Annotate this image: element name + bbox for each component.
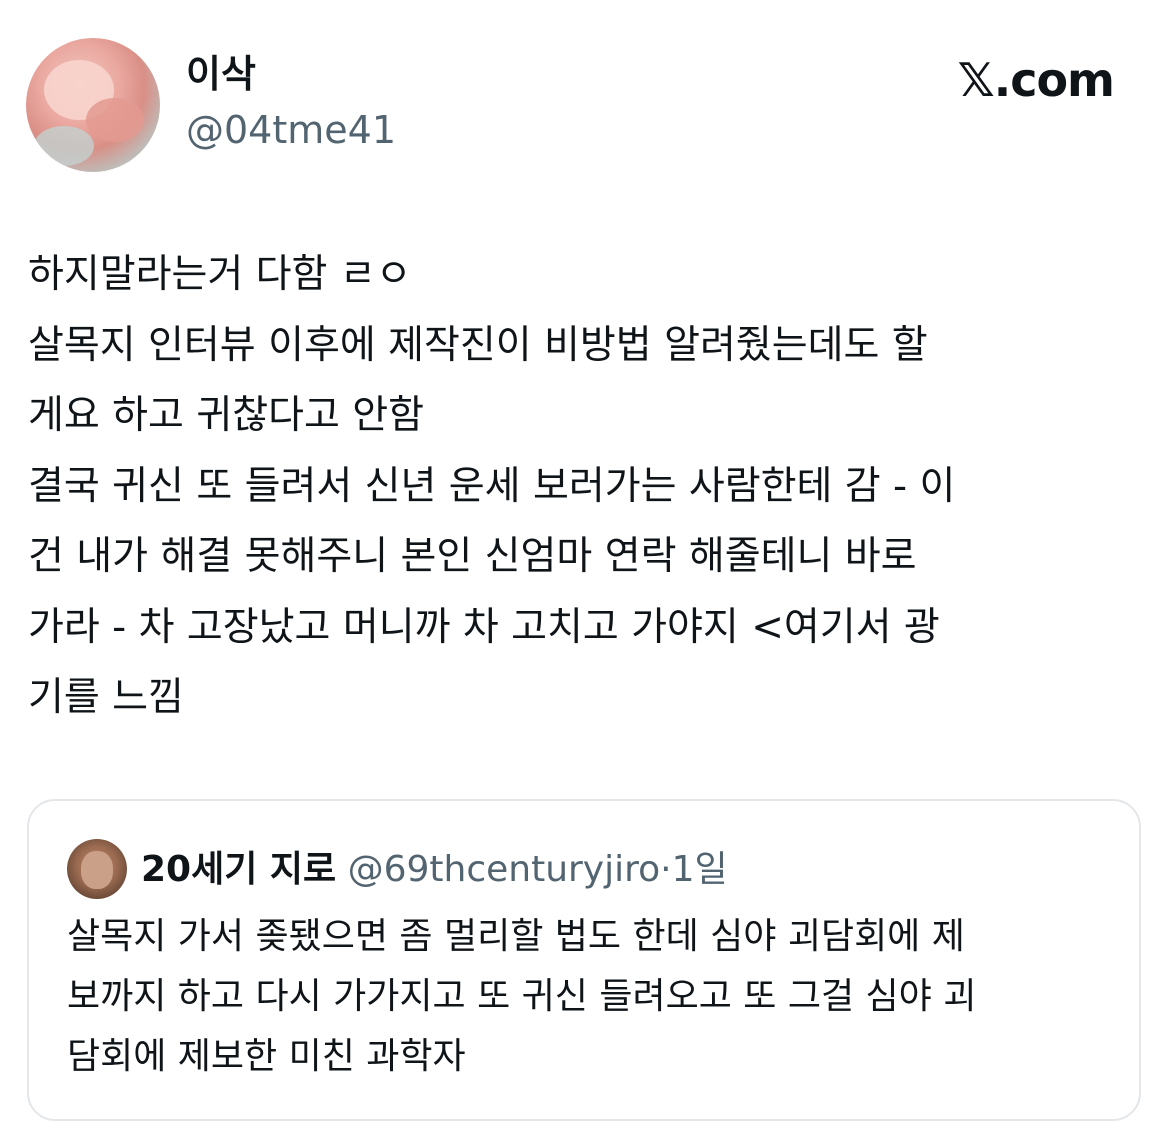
quoted-tweet-header: 20세기 지로 @69thcenturyjiro·1일 bbox=[141, 843, 728, 897]
tweet-text-line: 가라 - 차 고장났고 머니까 차 고치고 가야지 <여기서 광 bbox=[28, 604, 940, 650]
tweet-text-line: 건 내가 해결 못해주니 본인 신엄마 연락 해줄테니 바로 bbox=[28, 534, 917, 579]
tweet-text: 하지말라는거 다함 ㄹㅇ 살목지 인터뷰 이후에 제작진이 비방법 알려줬는데도… bbox=[28, 240, 1138, 734]
quoted-tweet-text: 살목지 가서 좆됐으면 좀 멀리할 법도 한데 심야 괴담회에 제 보까지 하고… bbox=[67, 907, 1107, 1087]
x-logo: 𝕏.com bbox=[957, 53, 1115, 107]
quoted-tweet-card[interactable]: 20세기 지로 @69thcenturyjiro·1일 살목지 가서 좆됐으면 … bbox=[27, 799, 1141, 1121]
avatar-art bbox=[86, 98, 144, 142]
avatar-art bbox=[81, 851, 113, 889]
quoted-tweet-timestamp[interactable]: 1일 bbox=[672, 849, 728, 890]
tweet-text-line: 살목지 인터뷰 이후에 제작진이 비방법 알려줬는데도 할 bbox=[28, 322, 928, 368]
author-avatar[interactable] bbox=[26, 38, 160, 172]
avatar-art bbox=[34, 126, 94, 166]
tweet-text-line: 결국 귀신 또 들려서 신년 운세 보러가는 사람한테 감 - 이 bbox=[28, 463, 956, 509]
tweet-text-line: 기를 느낌 bbox=[28, 675, 184, 720]
quoted-text-line: 보까지 하고 다시 가가지고 또 귀신 들려오고 또 그걸 심야 괴 bbox=[67, 976, 977, 1017]
author-handle[interactable]: @04tme41 bbox=[186, 106, 396, 154]
tweet-text-line: 하지말라는거 다함 ㄹㅇ bbox=[28, 252, 412, 297]
quoted-text-line: 살목지 가서 좆됐으면 좀 멀리할 법도 한데 심야 괴담회에 제 bbox=[67, 916, 965, 957]
author-display-name[interactable]: 이삭 bbox=[186, 50, 256, 98]
quoted-author-avatar[interactable] bbox=[67, 839, 127, 899]
quoted-author-handle[interactable]: @69thcenturyjiro bbox=[348, 849, 661, 890]
separator-dot: · bbox=[660, 849, 672, 890]
quoted-text-line: 담회에 제보한 미친 과학자 bbox=[67, 1036, 466, 1077]
tweet-text-line: 게요 하고 귀찮다고 안함 bbox=[28, 393, 424, 438]
quoted-author-display-name[interactable]: 20세기 지로 bbox=[141, 849, 336, 890]
